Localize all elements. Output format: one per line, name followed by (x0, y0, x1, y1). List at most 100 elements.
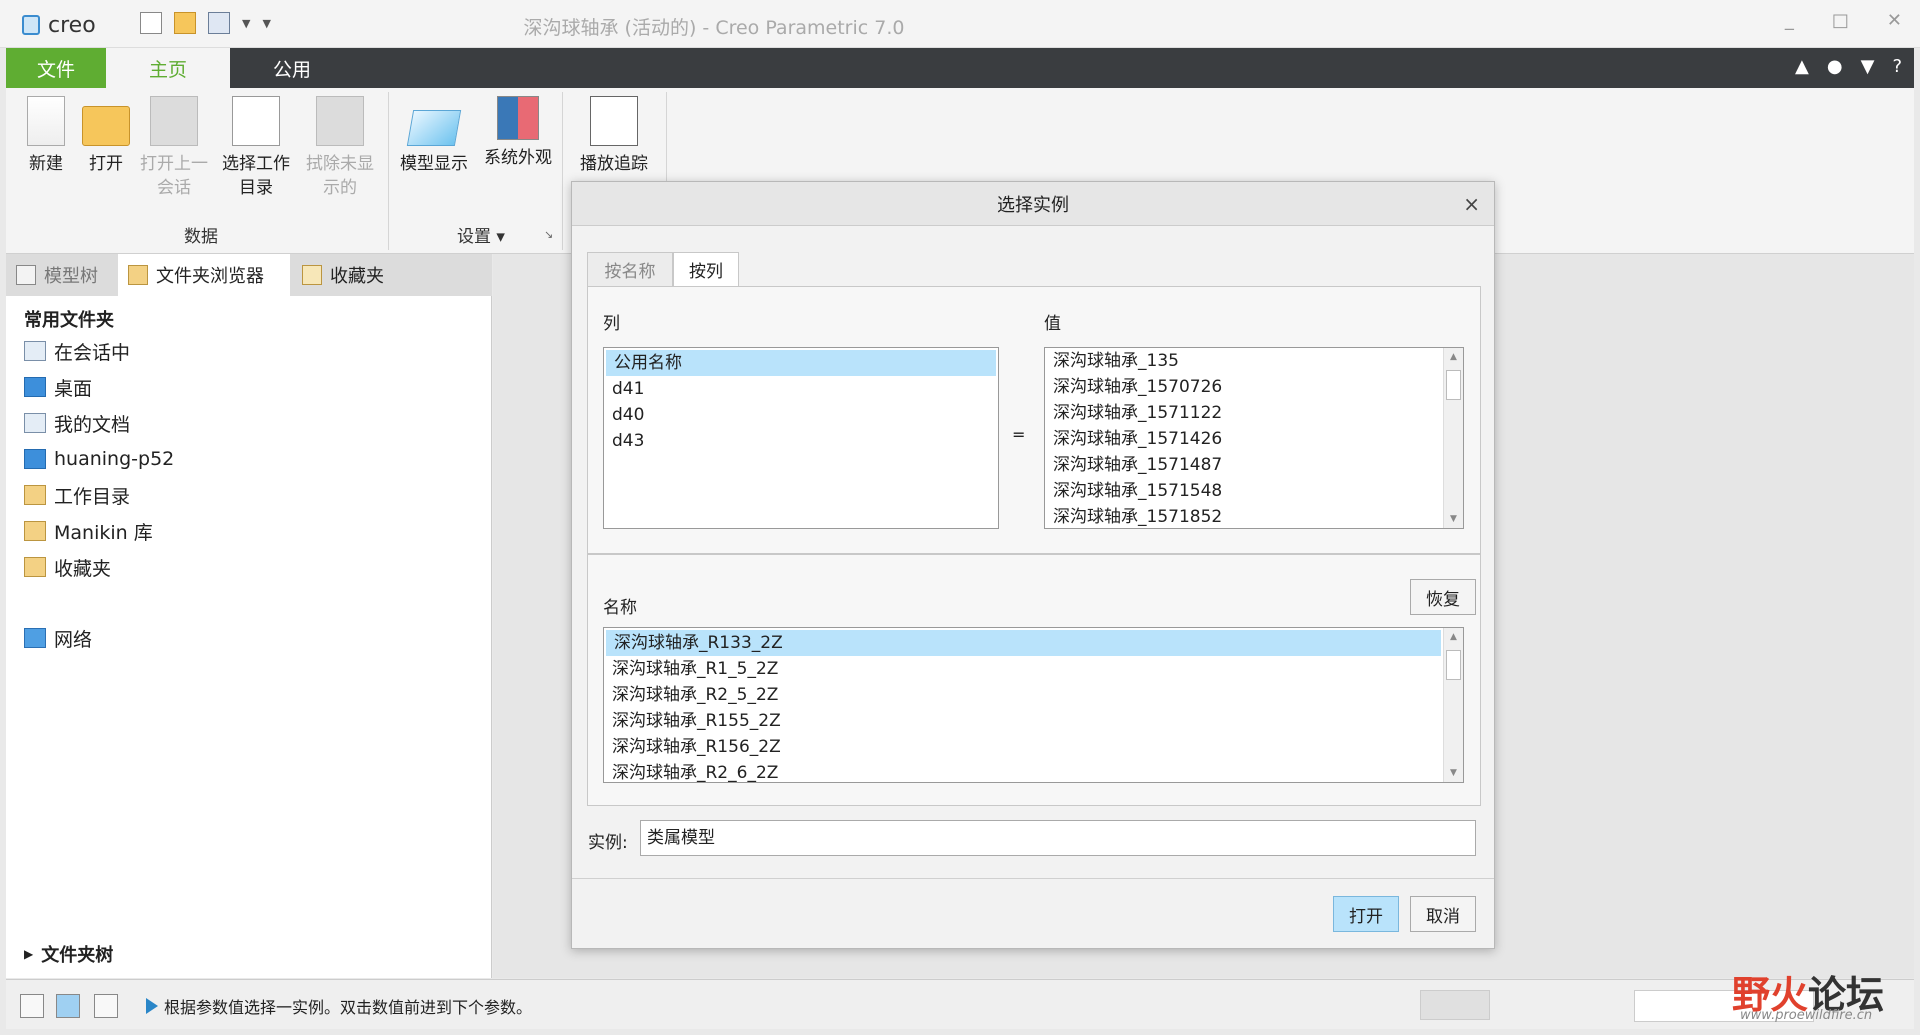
list-item[interactable]: 深沟球轴承_1571122 (1045, 400, 1463, 426)
folder-item-my-documents[interactable]: 我的文档 (24, 408, 130, 438)
dialog-title: 选择实例 (572, 182, 1494, 226)
list-item[interactable]: 深沟球轴承_1571852 (1045, 504, 1463, 528)
tab-common[interactable]: 公用 (230, 48, 354, 88)
name-list[interactable]: 深沟球轴承_R133_2Z 深沟球轴承_R1_5_2Z 深沟球轴承_R2_5_2… (603, 627, 1464, 783)
scroll-down-icon[interactable]: ▼ (1444, 764, 1463, 782)
scroll-thumb[interactable] (1446, 650, 1461, 680)
erase-icon (316, 96, 364, 146)
model-display-button[interactable]: 模型显示 (398, 96, 470, 176)
folder-item-manikin-library[interactable]: Manikin 库 (24, 516, 153, 546)
name-list-scrollbar[interactable]: ▲ ▼ (1443, 628, 1463, 782)
ribbon-separator (388, 92, 389, 250)
open-button[interactable]: 打开 (1333, 896, 1399, 932)
name-group: 名称 恢复 深沟球轴承_R133_2Z 深沟球轴承_R1_5_2Z 深沟球轴承_… (587, 554, 1481, 806)
computer-icon (24, 449, 46, 469)
scroll-thumb[interactable] (1446, 370, 1461, 400)
learning-dropdown-icon[interactable]: ▼ (1861, 56, 1875, 77)
network-icon (24, 628, 46, 648)
tab-by-column[interactable]: 按列 (673, 252, 739, 286)
value-list-scrollbar[interactable]: ▲ ▼ (1443, 348, 1463, 528)
user-icon[interactable]: ● (1827, 56, 1843, 77)
list-item[interactable]: 深沟球轴承_1571487 (1045, 452, 1463, 478)
ribbon-tab-bar: 文件 主页 公用 ▲ ● ▼ ? (6, 48, 1914, 88)
monitor-icon (24, 341, 46, 361)
playback-trail-button[interactable]: 播放追踪 (574, 96, 654, 176)
scroll-up-icon[interactable]: ▲ (1444, 628, 1463, 646)
name-label: 名称 (603, 598, 637, 618)
list-item[interactable]: 深沟球轴承_R2_6_2Z (604, 760, 1463, 782)
status-message: 根据参数值选择一实例。双击数值前进到下个参数。 (146, 994, 532, 1018)
tab-folder-browser[interactable]: 文件夹浏览器 (118, 254, 290, 296)
list-item[interactable]: 深沟球轴承_R2_5_2Z (604, 682, 1463, 708)
open-folder-icon (82, 106, 130, 146)
folder-item-favorites[interactable]: 收藏夹 (24, 552, 111, 582)
list-item[interactable]: 深沟球轴承_R133_2Z (606, 630, 1441, 656)
model-display-icon (406, 110, 462, 146)
list-item[interactable]: 深沟球轴承_1571548 (1045, 478, 1463, 504)
help-icon[interactable]: ? (1892, 56, 1902, 77)
expand-triangle-icon: ▶ (24, 947, 34, 961)
list-item[interactable]: 深沟球轴承_135 (1045, 348, 1463, 374)
select-working-directory-icon (232, 96, 280, 146)
group-label-data: 数据 (184, 227, 218, 247)
open-button[interactable]: 打开 (70, 96, 142, 176)
folder-item-computer[interactable]: huaning-p52 (24, 444, 174, 474)
tab-favorites[interactable]: 收藏夹 (292, 254, 402, 296)
status-bar: 根据参数值选择一实例。双击数值前进到下个参数。 (6, 979, 1914, 1029)
watermark-url: www.proewildfire.cn (1740, 1008, 1873, 1023)
tab-file[interactable]: 文件 (6, 48, 106, 88)
list-item[interactable]: 深沟球轴承_1570726 (1045, 374, 1463, 400)
list-item[interactable]: d43 (604, 428, 998, 454)
close-window-button[interactable]: ✕ (1887, 10, 1902, 31)
desktop-icon (24, 377, 46, 397)
list-item[interactable]: 深沟球轴承_R156_2Z (604, 734, 1463, 760)
list-item[interactable]: 深沟球轴承_1571426 (1045, 426, 1463, 452)
scroll-down-icon[interactable]: ▼ (1444, 510, 1463, 528)
folder-item-network[interactable]: 网络 (24, 623, 92, 653)
dialog-footer-divider (572, 878, 1494, 879)
value-list[interactable]: 深沟球轴承_135 深沟球轴承_1570726 深沟球轴承_1571122 深沟… (1044, 347, 1464, 529)
show-browser-icon[interactable] (56, 994, 80, 1018)
open-last-session-button[interactable]: 打开上一 会话 (138, 96, 210, 200)
ribbon-right-icons: ▲ ● ▼ ? (1795, 56, 1902, 77)
erase-not-displayed-button[interactable]: 拭除未显 示的 (304, 96, 376, 200)
tab-model-tree[interactable]: 模型树 (6, 254, 118, 296)
list-item[interactable]: d41 (604, 376, 998, 402)
group-launcher-icon[interactable]: ↘ (544, 228, 553, 241)
column-label: 列 (603, 314, 620, 334)
value-label: 值 (1044, 314, 1061, 334)
dialog-close-icon[interactable]: × (1463, 192, 1480, 216)
list-item[interactable]: 深沟球轴承_R1_5_2Z (604, 656, 1463, 682)
full-screen-icon[interactable] (94, 994, 118, 1018)
ribbon-separator (562, 92, 563, 250)
folder-item-working-directory[interactable]: 工作目录 (24, 480, 130, 510)
system-appearance-button[interactable]: 系统外观 (482, 96, 554, 170)
navigator-tabs: 模型树 文件夹浏览器 收藏夹 (6, 254, 492, 296)
minimize-button[interactable]: _ (1785, 10, 1794, 31)
folder-tree-toggle[interactable]: ▶ 文件夹树 (24, 941, 113, 967)
group-label-settings[interactable]: 设置 ▾ (426, 222, 536, 247)
open-last-session-icon (150, 96, 198, 146)
show-navigator-icon[interactable] (20, 994, 44, 1018)
list-item[interactable]: d40 (604, 402, 998, 428)
list-item[interactable]: 公用名称 (606, 350, 996, 376)
column-list[interactable]: 公用名称 d41 d40 d43 (603, 347, 999, 529)
folder-item-desktop[interactable]: 桌面 (24, 372, 92, 402)
manikin-library-icon (24, 521, 46, 541)
select-instance-dialog: 选择实例 × 按名称 按列 列 值 公用名称 d41 d40 d43 = 深沟球… (571, 181, 1495, 949)
tab-home[interactable]: 主页 (106, 48, 230, 88)
folder-browser-icon (128, 265, 148, 285)
cancel-button[interactable]: 取消 (1410, 896, 1476, 932)
select-working-directory-button[interactable]: 选择工作 目录 (220, 96, 292, 200)
scroll-up-icon[interactable]: ▲ (1444, 348, 1463, 366)
collapse-ribbon-icon[interactable]: ▲ (1795, 56, 1809, 77)
folder-item-in-session[interactable]: 在会话中 (24, 336, 130, 366)
list-item[interactable]: 深沟球轴承_R155_2Z (604, 708, 1463, 734)
instance-field[interactable]: 类属模型 (640, 820, 1476, 856)
column-value-group: 列 值 公用名称 d41 d40 d43 = 深沟球轴承_135 深沟球轴承_1… (587, 286, 1481, 554)
find-binoculars-icon[interactable] (1420, 990, 1490, 1020)
playback-trail-icon (590, 96, 638, 146)
restore-button[interactable]: 恢复 (1410, 579, 1476, 615)
maximize-button[interactable]: □ (1832, 10, 1849, 31)
tab-by-name[interactable]: 按名称 (587, 252, 673, 286)
